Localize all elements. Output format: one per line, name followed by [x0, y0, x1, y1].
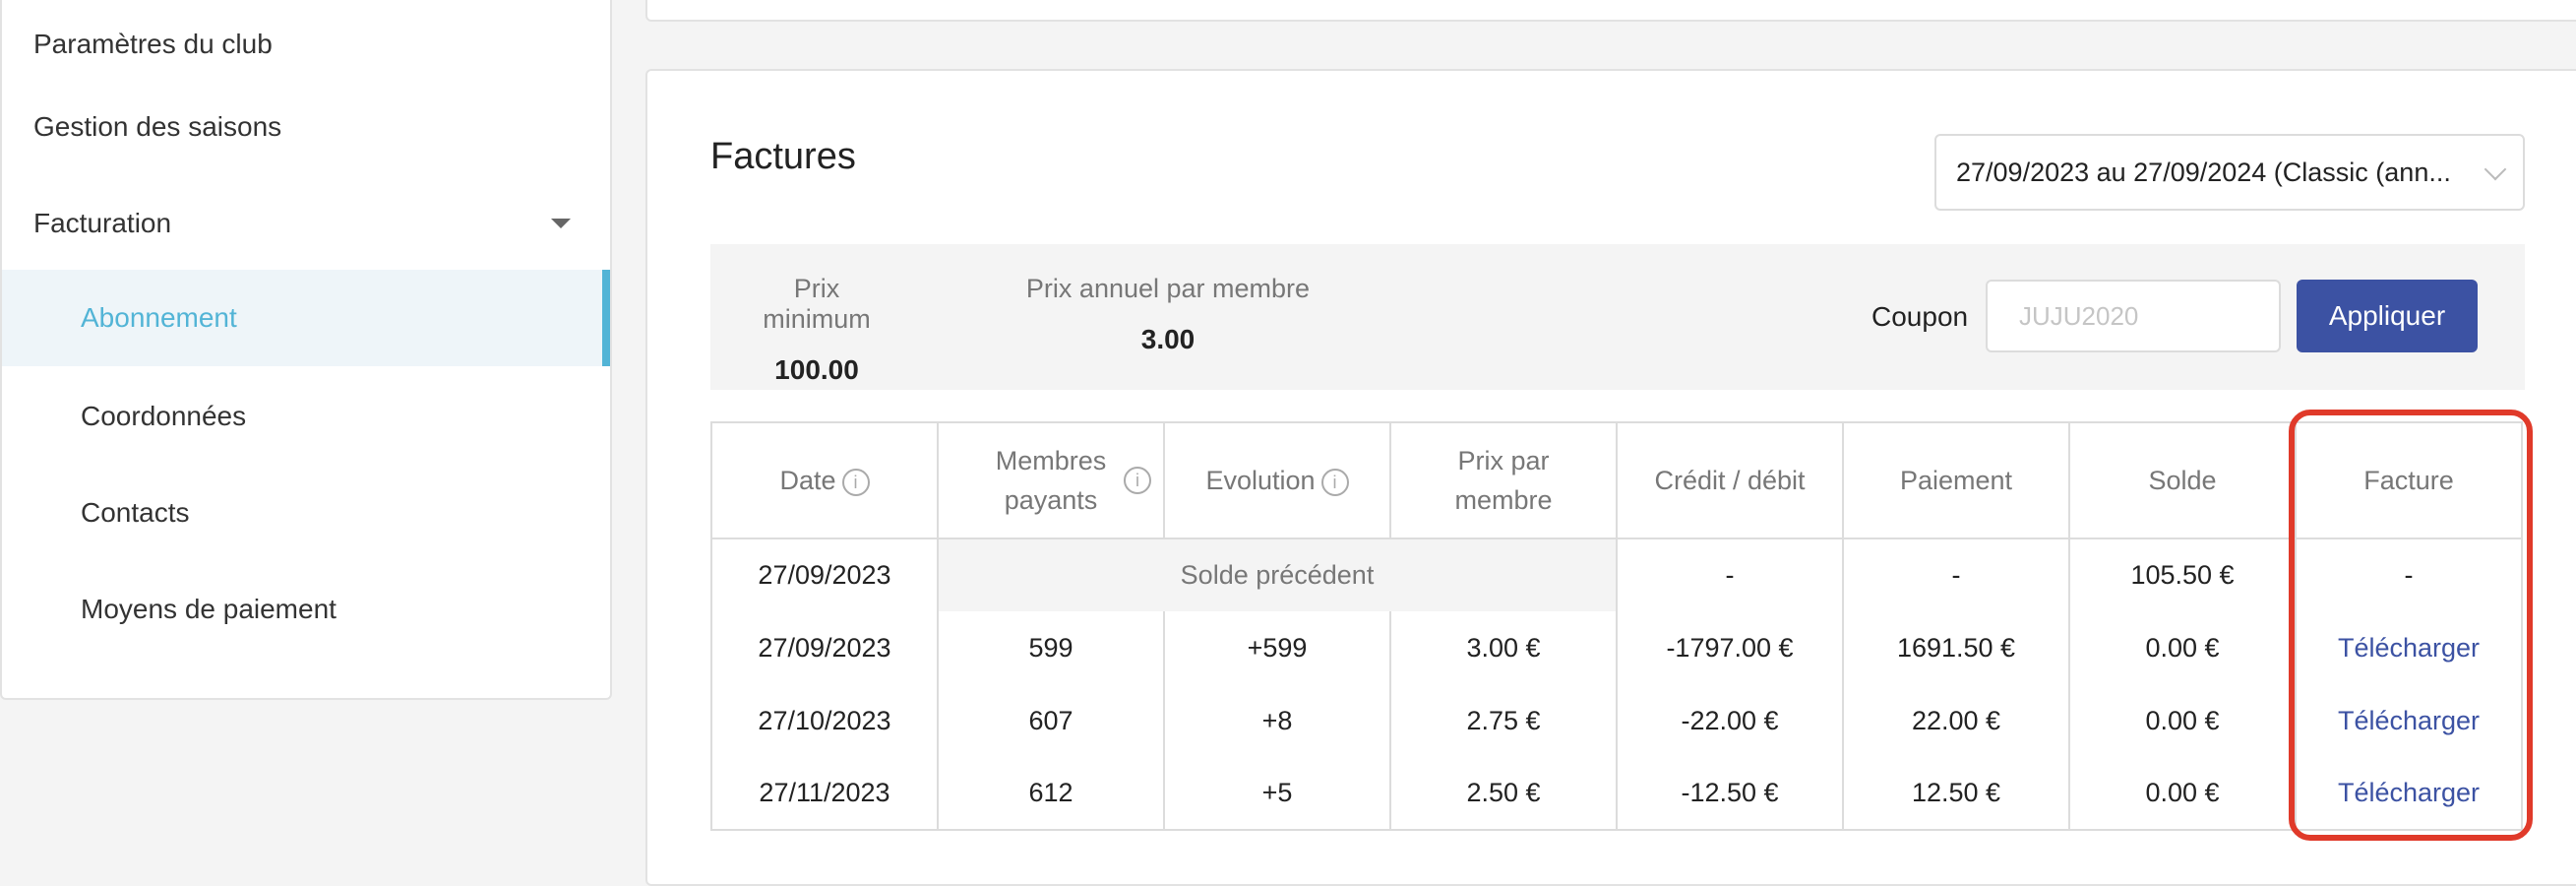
cell-invoice: Télécharger [2295, 611, 2523, 684]
top-card [645, 0, 2576, 22]
column-header-credit: Crédit / débit [1616, 421, 1844, 539]
table-row-previous-balance: 27/09/2023 Solde précédent - - 105.50 € … [710, 538, 2523, 611]
sidebar-item-label: Coordonnées [81, 401, 247, 431]
sidebar-item-label: Abonnement [81, 302, 237, 333]
info-icon[interactable]: i [841, 468, 870, 496]
caret-down-icon [551, 219, 571, 228]
cell-members: 607 [937, 684, 1165, 757]
page-title: Factures [710, 136, 856, 177]
min-price-value: 100.00 [774, 354, 859, 385]
download-invoice-link[interactable]: Télécharger [2338, 633, 2480, 663]
invoices-table: Date i Membres payants i Evolution i Prix … [710, 421, 2523, 831]
cell-balance: 0.00 € [2068, 684, 2297, 757]
cell-evolution: +599 [1163, 611, 1391, 684]
column-header-members: Membres payants i [937, 421, 1165, 539]
annual-price-value: 3.00 [1140, 324, 1196, 354]
sidebar-item-subscription[interactable]: Abonnement [2, 270, 610, 366]
info-icon[interactable]: i [1124, 467, 1151, 494]
cell-date: 27/09/2023 [710, 611, 939, 684]
chevron-down-icon [2484, 158, 2507, 181]
annual-price-label: Prix annuel par membre [1025, 274, 1311, 303]
coupon-label: Coupon [1871, 301, 1969, 332]
cell-invoice: Télécharger [2295, 684, 2523, 757]
column-header-label: Prix par [1457, 446, 1550, 475]
min-price-stat: Prix minimum 100.00 [738, 274, 895, 386]
sidebar-item-seasons[interactable]: Gestion des saisons [2, 79, 610, 175]
cell-members: 612 [937, 757, 1165, 831]
sidebar-item-payment-methods[interactable]: Moyens de paiement [2, 561, 610, 658]
cell-payment: 1691.50 € [1842, 611, 2070, 684]
column-header-balance: Solde [2068, 421, 2297, 539]
min-price-label: Prix minimum [763, 274, 871, 334]
sidebar-item-label: Facturation [33, 208, 172, 238]
apply-coupon-button[interactable]: Appliquer [2297, 280, 2478, 352]
column-header-date: Date i [710, 421, 939, 539]
info-icon[interactable]: i [1320, 468, 1349, 496]
download-invoice-link[interactable]: Télécharger [2338, 706, 2480, 735]
cell-credit: -1797.00 € [1616, 611, 1844, 684]
cell-price: 3.00 € [1389, 611, 1618, 684]
cell-invoice: Télécharger [2295, 757, 2523, 831]
cell-invoice: - [2295, 538, 2523, 611]
download-invoice-link[interactable]: Télécharger [2338, 778, 2480, 807]
table-header-row: Date i Membres payants i Evolution i Prix … [710, 421, 2523, 539]
column-header-label: Evolution [1205, 466, 1316, 495]
cell-date: 27/11/2023 [710, 757, 939, 831]
column-header-invoice: Facture [2295, 421, 2523, 539]
cell-date: 27/09/2023 [710, 538, 939, 611]
sidebar-item-contacts[interactable]: Contacts [2, 465, 610, 561]
sidebar-item-label: Gestion des saisons [33, 111, 282, 142]
cell-credit: - [1616, 538, 1844, 611]
settings-sidebar: Paramètres du club Gestion des saisons F… [0, 0, 612, 700]
sidebar-item-label: Moyens de paiement [81, 594, 337, 624]
column-header-label: Membres [995, 446, 1107, 475]
cell-payment: - [1842, 538, 2070, 611]
cell-payment: 12.50 € [1842, 757, 2070, 831]
column-header-label: Date [779, 466, 836, 495]
column-header-payment: Paiement [1842, 421, 2070, 539]
cell-price: 2.75 € [1389, 684, 1618, 757]
cell-evolution: +5 [1163, 757, 1391, 831]
sidebar-item-label: Contacts [81, 497, 190, 528]
previous-balance-label: Solde précédent [937, 538, 1618, 611]
cell-balance: 0.00 € [2068, 611, 2297, 684]
cell-date: 27/10/2023 [710, 684, 939, 757]
column-header-price: Prix par membre [1389, 421, 1618, 539]
table-row: 27/10/2023 607 +8 2.75 € -22.00 € 22.00 … [710, 684, 2523, 757]
cell-credit: -22.00 € [1616, 684, 1844, 757]
annual-price-stat: Prix annuel par membre 3.00 [1015, 274, 1320, 355]
table-row: 27/09/2023 599 +599 3.00 € -1797.00 € 16… [710, 611, 2523, 684]
cell-balance: 0.00 € [2068, 757, 2297, 831]
column-header-label: payants [1004, 485, 1098, 515]
column-header-evolution: Evolution i [1163, 421, 1391, 539]
period-select-value: 27/09/2023 au 27/09/2024 (Classic (ann..… [1956, 157, 2451, 187]
cell-price: 2.50 € [1389, 757, 1618, 831]
cell-members: 599 [937, 611, 1165, 684]
column-header-label: membre [1454, 485, 1553, 515]
table-row: 27/11/2023 612 +5 2.50 € -12.50 € 12.50 … [710, 757, 2523, 831]
cell-balance: 105.50 € [2068, 538, 2297, 611]
cell-credit: -12.50 € [1616, 757, 1844, 831]
sidebar-item-billing[interactable]: Facturation [2, 175, 610, 272]
coupon-input[interactable] [1986, 280, 2281, 352]
sidebar-item-label: Paramètres du club [33, 29, 273, 59]
sidebar-item-contact-details[interactable]: Coordonnées [2, 368, 610, 465]
period-select[interactable]: 27/09/2023 au 27/09/2024 (Classic (ann..… [1934, 134, 2525, 211]
cell-evolution: +8 [1163, 684, 1391, 757]
cell-payment: 22.00 € [1842, 684, 2070, 757]
